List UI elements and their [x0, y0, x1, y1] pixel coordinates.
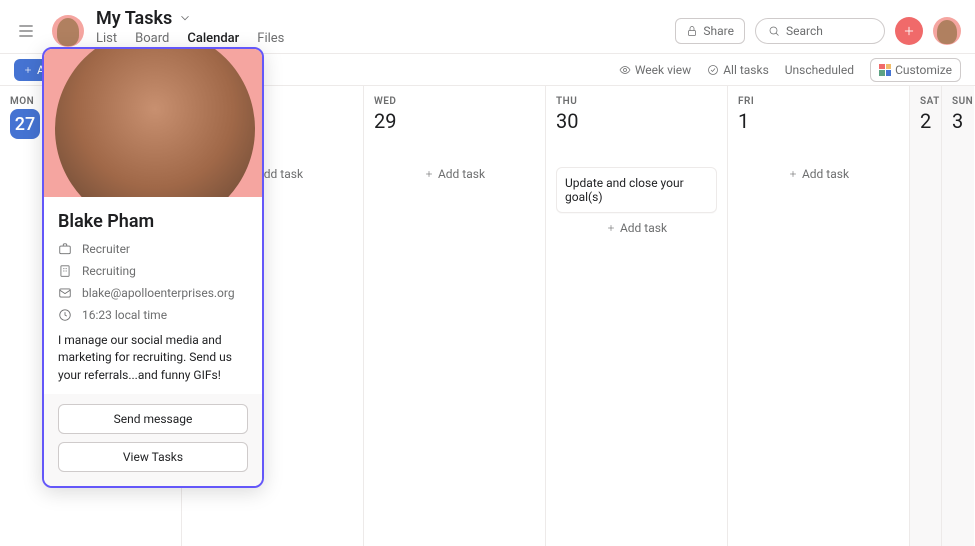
- today-badge: 27: [10, 109, 40, 139]
- project-avatar[interactable]: [52, 15, 84, 47]
- search-placeholder: Search: [786, 24, 823, 38]
- plus-icon: [23, 65, 33, 75]
- user-avatar[interactable]: [933, 17, 961, 45]
- grid-icon: [879, 64, 891, 76]
- day-number: 3: [952, 109, 964, 133]
- building-icon: [58, 264, 72, 278]
- add-task-slot[interactable]: Add task: [374, 167, 535, 181]
- customize-label: Customize: [895, 63, 952, 77]
- send-message-button[interactable]: Send message: [58, 404, 248, 434]
- task-card[interactable]: Update and close your goal(s): [556, 167, 717, 213]
- dow-label: THU: [556, 96, 717, 107]
- lock-icon: [686, 25, 698, 37]
- clock-icon: [58, 308, 72, 322]
- eye-icon: [619, 64, 631, 76]
- day-column-sat: SAT 2: [910, 86, 942, 546]
- filter-tasks-label: All tasks: [723, 63, 769, 77]
- menu-icon[interactable]: [14, 19, 38, 43]
- day-column-fri: FRI 1 Add task: [728, 86, 910, 546]
- dow-label: SUN: [952, 96, 964, 107]
- unscheduled-label: Unscheduled: [785, 63, 854, 77]
- check-circle-icon: [707, 64, 719, 76]
- day-number: 1: [738, 109, 899, 133]
- page-title: My Tasks: [96, 8, 172, 29]
- day-number: 2: [920, 109, 931, 133]
- profile-email-row: blake@apolloenterprises.org: [58, 286, 248, 300]
- profile-name: Blake Pham: [58, 211, 248, 232]
- filter-tasks[interactable]: All tasks: [707, 63, 769, 77]
- day-number: 29: [374, 109, 535, 133]
- plus-icon: [424, 169, 434, 179]
- share-label: Share: [703, 24, 734, 38]
- dow-label: WED: [374, 96, 535, 107]
- plus-icon: [788, 169, 798, 179]
- week-view-toggle[interactable]: Week view: [619, 63, 691, 77]
- mail-icon: [58, 286, 72, 300]
- add-task-slot[interactable]: Add task: [556, 221, 717, 235]
- day-column-thu: THU 30 Update and close your goal(s) Add…: [546, 86, 728, 546]
- unscheduled-button[interactable]: Unscheduled: [785, 63, 854, 77]
- profile-role: Recruiter: [82, 242, 130, 256]
- topbar: My Tasks List Board Calendar Files Share…: [0, 0, 975, 54]
- customize-button[interactable]: Customize: [870, 58, 961, 82]
- week-view-label: Week view: [635, 63, 691, 77]
- add-task-slot[interactable]: Add task: [738, 167, 899, 181]
- view-tasks-button[interactable]: View Tasks: [58, 442, 248, 472]
- profile-bio: I manage our social media and marketing …: [58, 332, 248, 384]
- profile-actions: Send message View Tasks: [44, 394, 262, 486]
- profile-department-row: Recruiting: [58, 264, 248, 278]
- dow-label: FRI: [738, 96, 899, 107]
- profile-department: Recruiting: [82, 264, 136, 278]
- search-input[interactable]: Search: [755, 18, 885, 44]
- search-icon: [768, 25, 780, 37]
- profile-local-time: 16:23 local time: [82, 308, 167, 322]
- topbar-right: Share Search: [675, 17, 961, 45]
- share-button[interactable]: Share: [675, 18, 745, 44]
- plus-icon: [606, 223, 616, 233]
- plus-icon: [902, 24, 916, 38]
- briefcase-icon: [58, 242, 72, 256]
- create-button[interactable]: [895, 17, 923, 45]
- day-column-sun: SUN 3: [942, 86, 974, 546]
- profile-time-row: 16:23 local time: [58, 308, 248, 322]
- chevron-down-icon: [178, 11, 192, 25]
- day-column-wed: WED 29 Add task: [364, 86, 546, 546]
- profile-email: blake@apolloenterprises.org: [82, 286, 235, 300]
- profile-popover: Blake Pham Recruiter Recruiting blake@ap…: [42, 47, 264, 488]
- profile-role-row: Recruiter: [58, 242, 248, 256]
- toolbar-right: Week view All tasks Unscheduled Customiz…: [619, 58, 961, 82]
- dow-label: SAT: [920, 96, 931, 107]
- profile-photo: [44, 49, 262, 197]
- page-title-dropdown[interactable]: My Tasks: [96, 8, 284, 29]
- day-number: 30: [556, 109, 717, 133]
